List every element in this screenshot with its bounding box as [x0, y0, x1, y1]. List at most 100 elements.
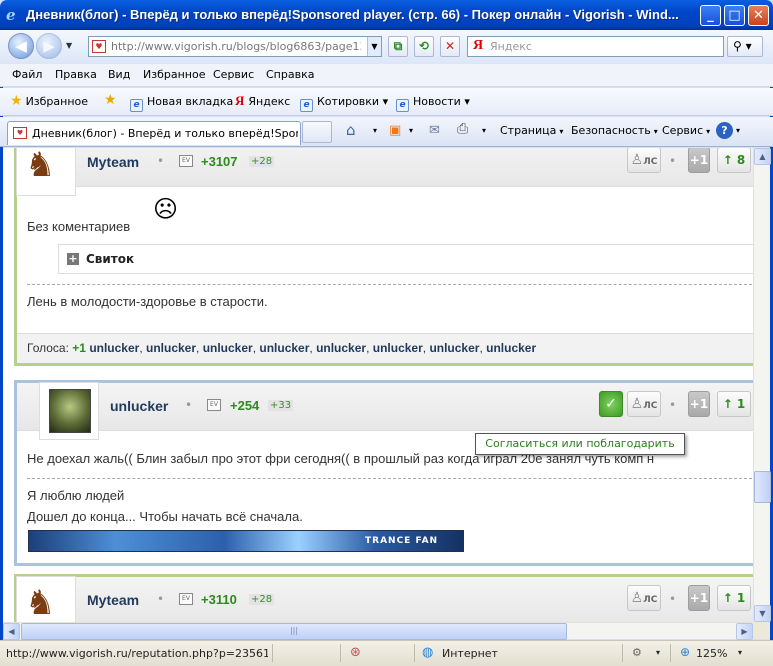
mail-icon[interactable]: ✉	[429, 123, 440, 138]
stop-icon[interactable]: ✕	[440, 36, 460, 57]
page-menu[interactable]: Страница ▾	[500, 124, 563, 137]
tools-menu[interactable]: Сервис ▾	[662, 124, 710, 137]
tab-active[interactable]: ♥ Дневник(блог) - Вперёд и только вперёд…	[7, 121, 301, 145]
compatibility-view-icon[interactable]: ⧉	[388, 36, 408, 57]
post-username[interactable]: Myteam	[87, 592, 139, 608]
voter-link[interactable]: unlucker	[486, 341, 536, 355]
recent-pages-dropdown[interactable]: ▼	[66, 41, 72, 50]
plus-one-button[interactable]: +1	[688, 391, 710, 417]
help-icon[interactable]: ?	[716, 122, 733, 139]
menu-favorites[interactable]: Избранное	[143, 68, 205, 81]
fav-yandex[interactable]: Я Яндекс	[235, 93, 290, 109]
sad-smiley-icon: ☹	[153, 195, 179, 223]
ie-page-icon: e	[300, 99, 313, 112]
pm-label: ЛС	[643, 401, 658, 411]
refresh-icon[interactable]: ⟲	[414, 36, 434, 57]
ie-page-icon: e	[130, 99, 143, 112]
close-button[interactable]: ✕	[748, 5, 769, 26]
internet-zone-icon: ◍	[422, 645, 434, 660]
voter-link[interactable]: unlucker	[89, 341, 139, 355]
reputation-delta: +28	[249, 594, 275, 605]
new-tab-button[interactable]	[302, 121, 332, 143]
menu-help[interactable]: Справка	[266, 68, 314, 81]
avatar[interactable]: ♞	[16, 576, 76, 622]
menu-edit[interactable]: Правка	[55, 68, 97, 81]
vertical-scroll-thumb[interactable]	[754, 471, 771, 503]
rss-dropdown[interactable]: ▾	[409, 126, 413, 135]
home-dropdown[interactable]: ▾	[373, 126, 377, 135]
status-separator	[272, 644, 273, 662]
reputation-delta: +28	[249, 156, 275, 167]
forward-button[interactable]: ▶	[36, 33, 62, 59]
add-favorite-icon[interactable]: ★	[104, 92, 117, 108]
avatar[interactable]: ♞	[16, 148, 76, 196]
home-icon[interactable]: ⌂	[346, 121, 356, 139]
zoom-level[interactable]: 125%	[696, 647, 727, 660]
voter-link[interactable]: unlucker	[373, 341, 423, 355]
plus-one-button[interactable]: +1	[688, 148, 710, 173]
avatar[interactable]	[39, 382, 99, 440]
upvote-button[interactable]: ↑ 1	[717, 585, 751, 611]
rss-feed-icon[interactable]: ▣	[389, 123, 401, 138]
menu-tools[interactable]: Сервис	[213, 68, 254, 81]
address-dropdown-button[interactable]: ▼	[367, 37, 381, 56]
scroll-down-button[interactable]: ▼	[754, 605, 771, 622]
reputation-value: +3107	[201, 154, 238, 169]
menu-view[interactable]: Вид	[108, 68, 130, 81]
voter-link[interactable]: unlucker	[429, 341, 479, 355]
popup-blocker-icon[interactable]: ⊛	[350, 645, 361, 660]
voter-link[interactable]: unlucker	[316, 341, 366, 355]
zone-dropdown[interactable]: ▾	[656, 648, 660, 657]
voter-link[interactable]: unlucker	[203, 341, 253, 355]
favorites-button[interactable]: ★ Избранное	[10, 93, 88, 109]
minimize-button[interactable]: _	[700, 5, 721, 26]
voter-link[interactable]: unlucker	[146, 341, 196, 355]
fav-new-tab[interactable]: e Новая вкладка	[130, 95, 233, 112]
separator-dot: •	[157, 154, 165, 168]
address-input[interactable]: http://www.vigorish.ru/blogs/blog6863/pa…	[111, 40, 361, 53]
yandex-icon: Я	[235, 93, 245, 108]
safety-menu[interactable]: Безопасность ▾	[571, 124, 658, 137]
scroll-left-button[interactable]: ◀	[3, 623, 20, 640]
scroll-up-button[interactable]: ▲	[754, 148, 771, 165]
voter-link[interactable]: unlucker	[259, 341, 309, 355]
protected-mode-icon[interactable]: ⚙	[632, 646, 642, 659]
horizontal-scrollbar[interactable]: ◀ ||| ▶	[3, 622, 753, 640]
fav-news[interactable]: e Новости ▾	[396, 95, 470, 112]
spoiler-block[interactable]: + Свиток	[58, 244, 753, 274]
help-dropdown[interactable]: ▾	[736, 126, 740, 135]
upvote-button[interactable]: ↑ 8	[717, 148, 751, 173]
fav-quotes[interactable]: e Котировки ▾	[300, 95, 388, 112]
fav-new-tab-label: Новая вкладка	[147, 95, 234, 108]
separator-dot: •	[157, 592, 165, 606]
private-message-button[interactable]: ♙ЛС	[627, 148, 661, 173]
maximize-button[interactable]: □	[724, 5, 745, 26]
horse-avatar-icon: ♞	[25, 148, 56, 185]
private-message-button[interactable]: ♙ЛС	[627, 585, 661, 611]
search-button[interactable]: ⚲ ▾	[727, 36, 763, 57]
search-input[interactable]: Яндекс	[490, 40, 532, 53]
agree-thank-button[interactable]: ✓	[599, 391, 623, 417]
scroll-right-button[interactable]: ▶	[736, 623, 753, 640]
address-bar[interactable]: ♥ http://www.vigorish.ru/blogs/blog6863/…	[88, 36, 382, 57]
zoom-dropdown[interactable]: ▾	[738, 648, 742, 657]
private-message-button[interactable]: ♙ЛС	[627, 391, 661, 417]
plus-one-button[interactable]: +1	[688, 585, 710, 611]
safety-menu-label: Безопасность	[571, 124, 651, 137]
vertical-scrollbar[interactable]: ▲ ▼	[753, 148, 771, 622]
print-icon[interactable]: ⎙	[457, 121, 468, 137]
post-username[interactable]: unlucker	[110, 398, 168, 414]
back-button[interactable]: ◀	[8, 33, 34, 59]
pm-label: ЛС	[643, 157, 658, 167]
navigation-bar: ◀ ▶ ▼ ♥ http://www.vigorish.ru/blogs/blo…	[0, 30, 773, 64]
menu-file[interactable]: Файл	[12, 68, 42, 81]
expand-icon: +	[67, 252, 79, 265]
upvote-button[interactable]: ↑ 1	[717, 391, 751, 417]
post-username[interactable]: Myteam	[87, 154, 139, 170]
search-box[interactable]: Я Яндекс	[467, 36, 724, 57]
horizontal-scroll-thumb[interactable]: |||	[21, 623, 567, 640]
forum-post: ♞ Myteam • EV +3107 +28 ♙ЛС • +1 ↑ 8 Без…	[14, 148, 753, 366]
separator-dot: •	[669, 398, 677, 412]
person-icon: ♙	[630, 152, 644, 168]
print-dropdown[interactable]: ▾	[482, 126, 486, 135]
